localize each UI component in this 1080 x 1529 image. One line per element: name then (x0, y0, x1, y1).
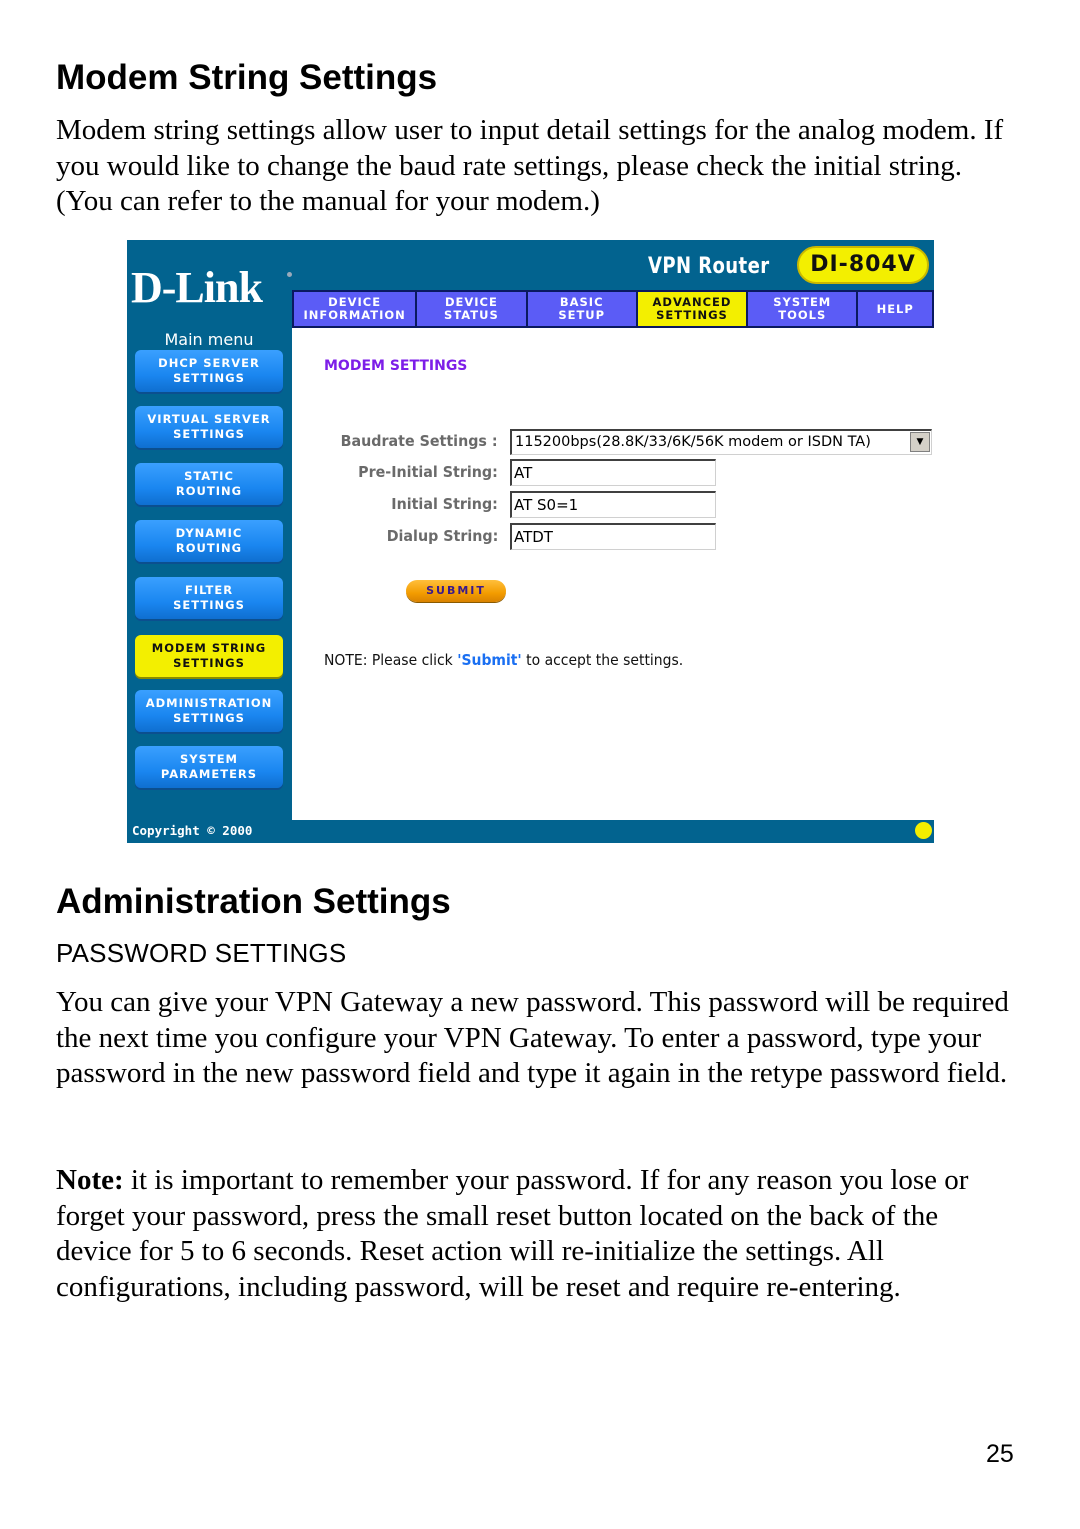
baudrate-select[interactable]: 115200bps(28.8K/33/6K/56K modem or ISDN … (510, 429, 932, 455)
tab-device-information[interactable]: DEVICE INFORMATION (294, 292, 416, 326)
baudrate-label: Baudrate Settings : (341, 432, 498, 450)
section-title-modem-string: Modem String Settings (56, 58, 438, 97)
sidebar-item-dhcp-server-settings[interactable]: DHCP SERVER SETTINGS (135, 350, 283, 392)
main-menu-title: Main menu (164, 330, 254, 349)
sidebar-item-modem-string-settings[interactable]: MODEM STRING SETTINGS (135, 635, 283, 677)
note-label: Note: (56, 1164, 124, 1196)
registered-mark-icon (287, 272, 292, 277)
sidebar-item-static-routing[interactable]: STATIC ROUTING (135, 463, 283, 505)
status-dot-icon (915, 822, 932, 839)
copyright-text: Copyright © 2000 (132, 823, 253, 838)
note-prefix: NOTE: Please click (324, 651, 458, 669)
password-note: Note: it is important to remember your p… (56, 1163, 1016, 1305)
main-menu: Main menu DHCP SERVER SETTINGS VIRTUAL S… (127, 328, 291, 820)
tab-advanced-settings[interactable]: ADVANCED SETTINGS (637, 292, 747, 326)
dialup-string-input[interactable] (510, 523, 716, 550)
subsection-title-password: PASSWORD SETTINGS (56, 938, 347, 968)
top-nav: DEVICE INFORMATION DEVICE STATUS BASIC S… (292, 290, 934, 328)
tab-basic-setup[interactable]: BASIC SETUP (527, 292, 636, 326)
dlink-logo: D-Link (131, 263, 263, 312)
tab-device-status[interactable]: DEVICE STATUS (417, 292, 526, 326)
product-name: VPN Router (648, 254, 770, 279)
section-body-password: You can give your VPN Gateway a new pass… (56, 986, 1009, 1089)
baudrate-selected-value: 115200bps(28.8K/33/6K/56K modem or ISDN … (515, 434, 871, 450)
note-body: it is important to remember your passwor… (56, 1164, 969, 1303)
modem-settings-title: MODEM SETTINGS (324, 358, 468, 374)
tab-help[interactable]: HELP (858, 292, 933, 326)
pre-initial-string-label: Pre-Initial String: (358, 463, 498, 481)
initial-string-input[interactable] (510, 491, 716, 518)
note-suffix: to accept the settings. (521, 651, 684, 669)
sidebar-item-administration-settings[interactable]: ADMINISTRATION SETTINGS (135, 690, 283, 732)
dialup-string-label: Dialup String: (386, 527, 498, 545)
pre-initial-string-input[interactable] (510, 459, 716, 486)
router-footer: Copyright © 2000 (127, 820, 934, 843)
modem-settings-panel: MODEM SETTINGS Baudrate Settings : 11520… (292, 328, 934, 820)
sidebar-item-filter-settings[interactable]: FILTER SETTINGS (135, 577, 283, 619)
sidebar-item-system-parameters[interactable]: SYSTEM PARAMETERS (135, 746, 283, 788)
dropdown-arrow-icon[interactable]: ▼ (910, 432, 930, 452)
router-screenshot: D-Link VPN Router DI-804V DEVICE INFORMA… (127, 240, 934, 843)
section-body-modem-string: Modem string settings allow user to inpu… (56, 114, 1004, 217)
model-badge: DI-804V (797, 246, 929, 284)
sidebar-item-dynamic-routing[interactable]: DYNAMIC ROUTING (135, 520, 283, 562)
submit-button[interactable]: SUBMIT (406, 580, 506, 602)
section-title-administration: Administration Settings (56, 882, 451, 921)
tab-system-tools[interactable]: SYSTEM TOOLS (748, 292, 857, 326)
sidebar-item-virtual-server-settings[interactable]: VIRTUAL SERVER SETTINGS (135, 406, 283, 448)
submit-note: NOTE: Please click 'Submit' to accept th… (324, 651, 683, 669)
page-number: 25 (986, 1440, 1014, 1468)
initial-string-label: Initial String: (391, 495, 498, 513)
note-emphasis: 'Submit' (457, 651, 522, 669)
